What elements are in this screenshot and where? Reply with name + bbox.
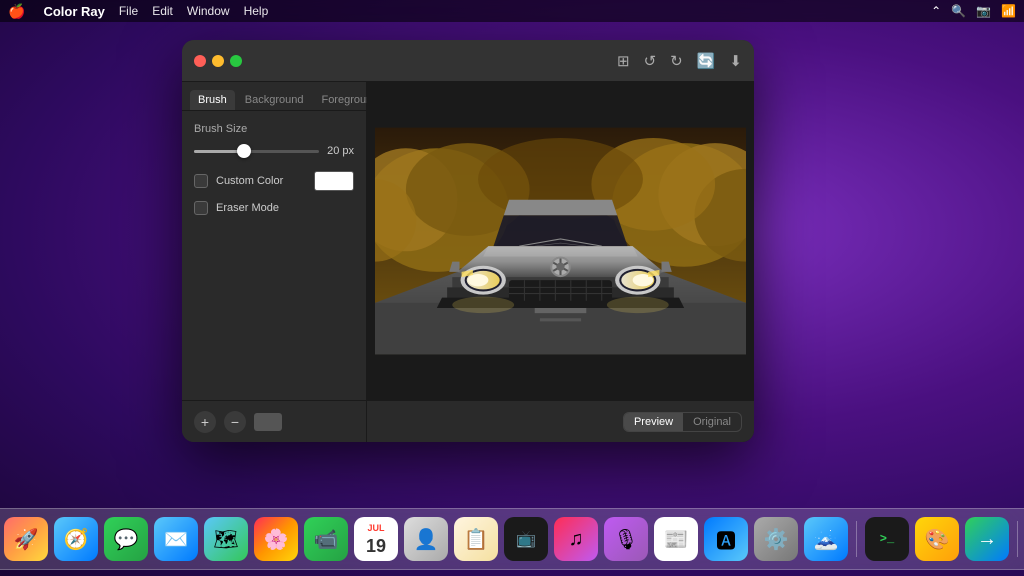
view-button[interactable] — [254, 413, 282, 431]
zoom-in-button[interactable]: + — [194, 411, 216, 433]
menubar-camera-icon[interactable]: 📷 — [976, 4, 991, 18]
custom-color-label: Custom Color — [216, 175, 306, 187]
brush-size-value: 20 px — [327, 145, 354, 157]
menubar-app-name[interactable]: Color Ray — [43, 4, 104, 19]
brush-size-label: Brush Size — [194, 123, 354, 135]
dock-calendar-month: JUL — [367, 523, 384, 533]
dock-calendar-date: 19 — [366, 537, 386, 555]
app-window: ⊞ ↺ ↻ 🔄 ⬇ Brush Background Foreground Ad… — [182, 40, 754, 442]
menubar-right: ⌃ 🔍 📷 📶 — [931, 4, 1016, 18]
traffic-lights — [194, 55, 242, 67]
tab-brush[interactable]: Brush — [190, 90, 235, 110]
bottom-toolbar: + − — [182, 400, 366, 442]
dock-divider — [856, 521, 857, 557]
tab-background[interactable]: Background — [237, 90, 312, 110]
slider-thumb[interactable] — [237, 144, 251, 158]
brush-size-row: 20 px — [194, 143, 354, 159]
menubar-window[interactable]: Window — [187, 4, 230, 18]
dock-calendar-icon[interactable]: JUL 19 — [354, 517, 398, 561]
dock-maps-icon[interactable]: 🗺 — [204, 517, 248, 561]
dock-facetime-icon[interactable]: 📹 — [304, 517, 348, 561]
preview-button[interactable]: Preview — [624, 413, 683, 431]
menubar-wifi-icon[interactable]: 📶 — [1001, 4, 1016, 18]
zoom-out-button[interactable]: − — [224, 411, 246, 433]
dock-migrate-icon[interactable]: → — [965, 517, 1009, 561]
dock-photos-icon[interactable]: 🌸 — [254, 517, 298, 561]
color-swatch[interactable] — [314, 171, 354, 191]
custom-color-row[interactable]: Custom Color — [194, 171, 354, 191]
menubar: 🍎 Color Ray Color Ray File Edit Window H… — [0, 0, 1024, 22]
close-button[interactable] — [194, 55, 206, 67]
dock-music-icon[interactable]: ♫ — [554, 517, 598, 561]
dock-messages-icon[interactable]: 💬 — [104, 517, 148, 561]
apple-menu-icon[interactable]: 🍎 — [8, 3, 25, 20]
dock-appletv-icon[interactable]: 📺 — [504, 517, 548, 561]
image-container[interactable] — [367, 82, 754, 400]
eraser-mode-row[interactable]: Eraser Mode — [194, 201, 354, 215]
dock-timemachine-icon[interactable]: 🗻 — [804, 517, 848, 561]
image-area: Preview Original — [367, 82, 754, 442]
import-icon[interactable]: ⊞ — [617, 52, 630, 70]
image-bottom-bar: Preview Original — [367, 400, 754, 442]
dock: 🙂 🚀 🧭 💬 ✉️ 🗺 🌸 📹 JUL 19 👤 📋 📺 — [0, 508, 1024, 570]
eraser-mode-label: Eraser Mode — [216, 202, 354, 214]
dock-appstore-icon[interactable]: 🅰 — [704, 517, 748, 561]
preview-toggle[interactable]: Preview Original — [623, 412, 742, 432]
titlebar: ⊞ ↺ ↻ 🔄 ⬇ — [182, 40, 754, 82]
eraser-mode-checkbox[interactable] — [194, 201, 208, 215]
rotate-right-icon[interactable]: ↻ — [670, 52, 683, 70]
menubar-help[interactable]: Help — [244, 4, 269, 18]
sidebar-content: Brush Size 20 px Custom Color — [182, 111, 366, 400]
titlebar-icons: ⊞ ↺ ↻ 🔄 ⬇ — [617, 52, 742, 70]
original-button[interactable]: Original — [683, 413, 741, 431]
dock-colorray-icon[interactable]: 🎨 — [915, 517, 959, 561]
dock-sysprefs-icon[interactable]: ⚙️ — [754, 517, 798, 561]
refresh-icon[interactable]: 🔄 — [697, 52, 716, 70]
tabs: Brush Background Foreground Adjust — [182, 82, 366, 111]
rotate-left-icon[interactable]: ↺ — [644, 52, 657, 70]
menubar-control-center-icon[interactable]: ⌃ — [931, 4, 941, 18]
dock-news-icon[interactable]: 📰 — [654, 517, 698, 561]
brush-size-slider[interactable] — [194, 143, 319, 159]
dock-reminders-icon[interactable]: 📋 — [454, 517, 498, 561]
dock-divider-2 — [1017, 521, 1018, 557]
custom-color-checkbox[interactable] — [194, 174, 208, 188]
dock-podcasts-icon[interactable]: 🎙 — [604, 517, 648, 561]
menubar-edit[interactable]: Edit — [152, 4, 173, 18]
sidebar: Brush Background Foreground Adjust Brush… — [182, 82, 367, 442]
menubar-file[interactable]: File — [119, 4, 138, 18]
download-icon[interactable]: ⬇ — [729, 52, 742, 70]
dock-mail-icon[interactable]: ✉️ — [154, 517, 198, 561]
dock-contacts-icon[interactable]: 👤 — [404, 517, 448, 561]
dock-terminal-icon[interactable]: >_ — [865, 517, 909, 561]
window-content: Brush Background Foreground Adjust Brush… — [182, 82, 754, 442]
menubar-search-icon[interactable]: 🔍 — [951, 4, 966, 18]
minimize-button[interactable] — [212, 55, 224, 67]
car-image — [375, 90, 746, 392]
dock-safari-icon[interactable]: 🧭 — [54, 517, 98, 561]
menubar-left: 🍎 Color Ray Color Ray File Edit Window H… — [8, 3, 268, 20]
slider-track — [194, 150, 319, 153]
dock-launchpad-icon[interactable]: 🚀 — [4, 517, 48, 561]
maximize-button[interactable] — [230, 55, 242, 67]
